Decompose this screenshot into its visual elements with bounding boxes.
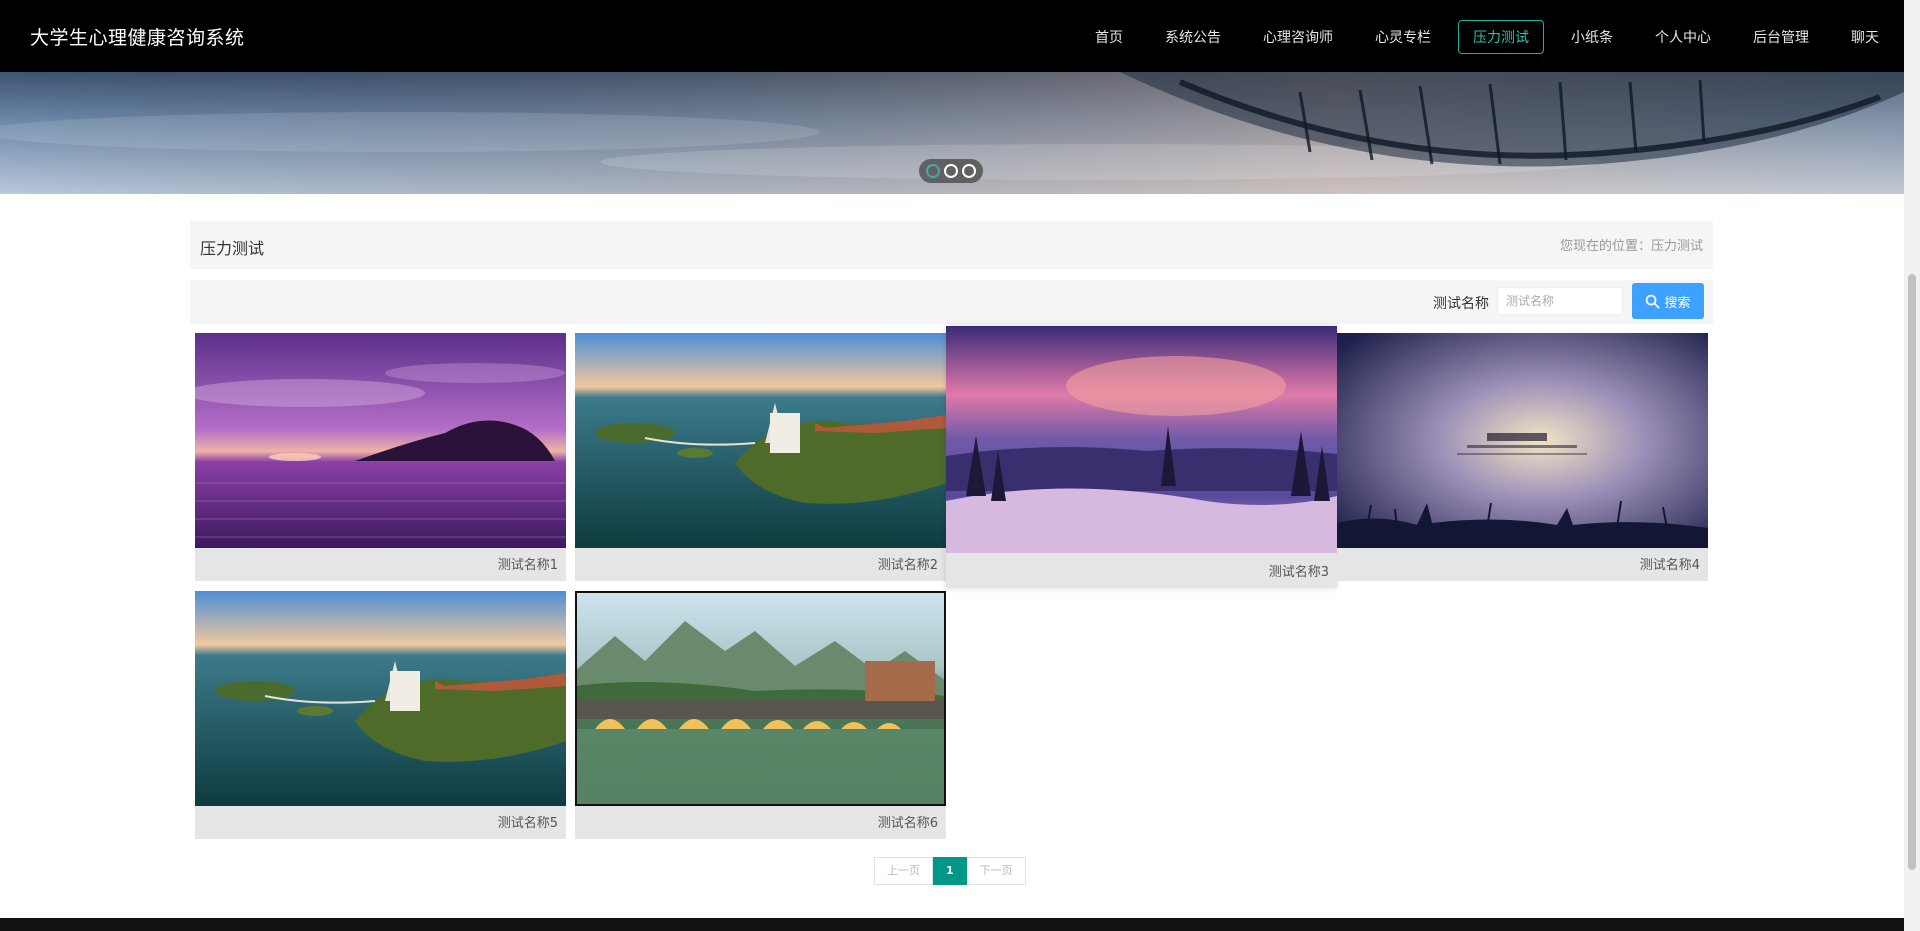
nav-item-stress-test[interactable]: 压力测试 (1458, 20, 1544, 54)
card-image (195, 591, 566, 806)
test-card[interactable]: 测试名称2 (575, 333, 946, 581)
page-button-current[interactable]: 1 (933, 857, 967, 885)
carousel-indicators (919, 159, 983, 183)
mountain-lake-dusk-image (946, 326, 1337, 553)
nav-item-home[interactable]: 首页 (1080, 20, 1138, 54)
banner-carousel (0, 72, 1904, 194)
lake-castle-aerial-image (195, 591, 566, 806)
card-image (575, 333, 946, 548)
card-title: 测试名称3 (1268, 565, 1329, 580)
next-page-button[interactable]: 下一页 (966, 857, 1026, 885)
test-card[interactable]: 测试名称4 (1337, 333, 1708, 581)
nav-item-announcements[interactable]: 系统公告 (1150, 20, 1236, 54)
card-title: 测试名称5 (497, 816, 558, 831)
pagination: 上一页 1 下一页 (874, 857, 1026, 885)
carousel-dot-1[interactable] (926, 164, 940, 178)
breadcrumb: 您现在的位置：压力测试 (1559, 239, 1703, 254)
card-image (195, 333, 566, 548)
stone-bridge-river-image (575, 591, 946, 806)
nav-item-notes[interactable]: 小纸条 (1556, 20, 1628, 54)
carousel-dot-3[interactable] (962, 164, 976, 178)
search-icon (1646, 294, 1660, 308)
purple-sunset-sea-image (195, 333, 566, 548)
test-card[interactable]: 测试名称5 (195, 591, 566, 839)
card-image (946, 326, 1337, 553)
prev-page-button[interactable]: 上一页 (874, 857, 933, 885)
page-title: 压力测试 (200, 239, 265, 258)
carousel-dot-2[interactable] (944, 164, 958, 178)
card-title: 测试名称6 (877, 816, 938, 831)
search-button-label: 搜索 (1664, 294, 1691, 310)
section-header: 压力测试 您现在的位置：压力测试 (190, 221, 1713, 269)
nav-item-chat[interactable]: 聊天 (1836, 20, 1894, 54)
card-title: 测试名称1 (497, 558, 558, 573)
card-title: 测试名称2 (877, 558, 938, 573)
main-nav: 首页 系统公告 心理咨询师 心灵专栏 压力测试 小纸条 个人中心 后台管理 聊天 (1068, 20, 1894, 54)
card-title: 测试名称4 (1639, 558, 1700, 573)
starry-night-quote-image (1337, 333, 1708, 548)
vertical-scrollbar[interactable] (1904, 0, 1920, 931)
test-card[interactable]: 测试名称3 (946, 326, 1337, 588)
nav-item-counselors[interactable]: 心理咨询师 (1248, 20, 1348, 54)
card-image (575, 591, 946, 806)
nav-item-profile[interactable]: 个人中心 (1640, 20, 1726, 54)
lake-castle-aerial-image (575, 333, 946, 548)
search-input[interactable] (1497, 287, 1623, 315)
top-navbar: 大学生心理健康咨询系统 首页 系统公告 心理咨询师 心灵专栏 压力测试 小纸条 … (0, 0, 1904, 72)
nav-item-admin[interactable]: 后台管理 (1738, 20, 1824, 54)
page-footer (0, 918, 1904, 931)
test-card[interactable]: 测试名称1 (195, 333, 566, 581)
card-image (1337, 333, 1708, 548)
search-label: 测试名称 (1433, 296, 1489, 312)
scrollbar-thumb[interactable] (1908, 274, 1916, 870)
search-bar: 测试名称 搜索 (190, 280, 1713, 324)
test-card[interactable]: 测试名称6 (575, 591, 946, 839)
site-brand[interactable]: 大学生心理健康咨询系统 (30, 23, 245, 50)
search-button[interactable]: 搜索 (1632, 283, 1704, 319)
nav-item-column[interactable]: 心灵专栏 (1360, 20, 1446, 54)
